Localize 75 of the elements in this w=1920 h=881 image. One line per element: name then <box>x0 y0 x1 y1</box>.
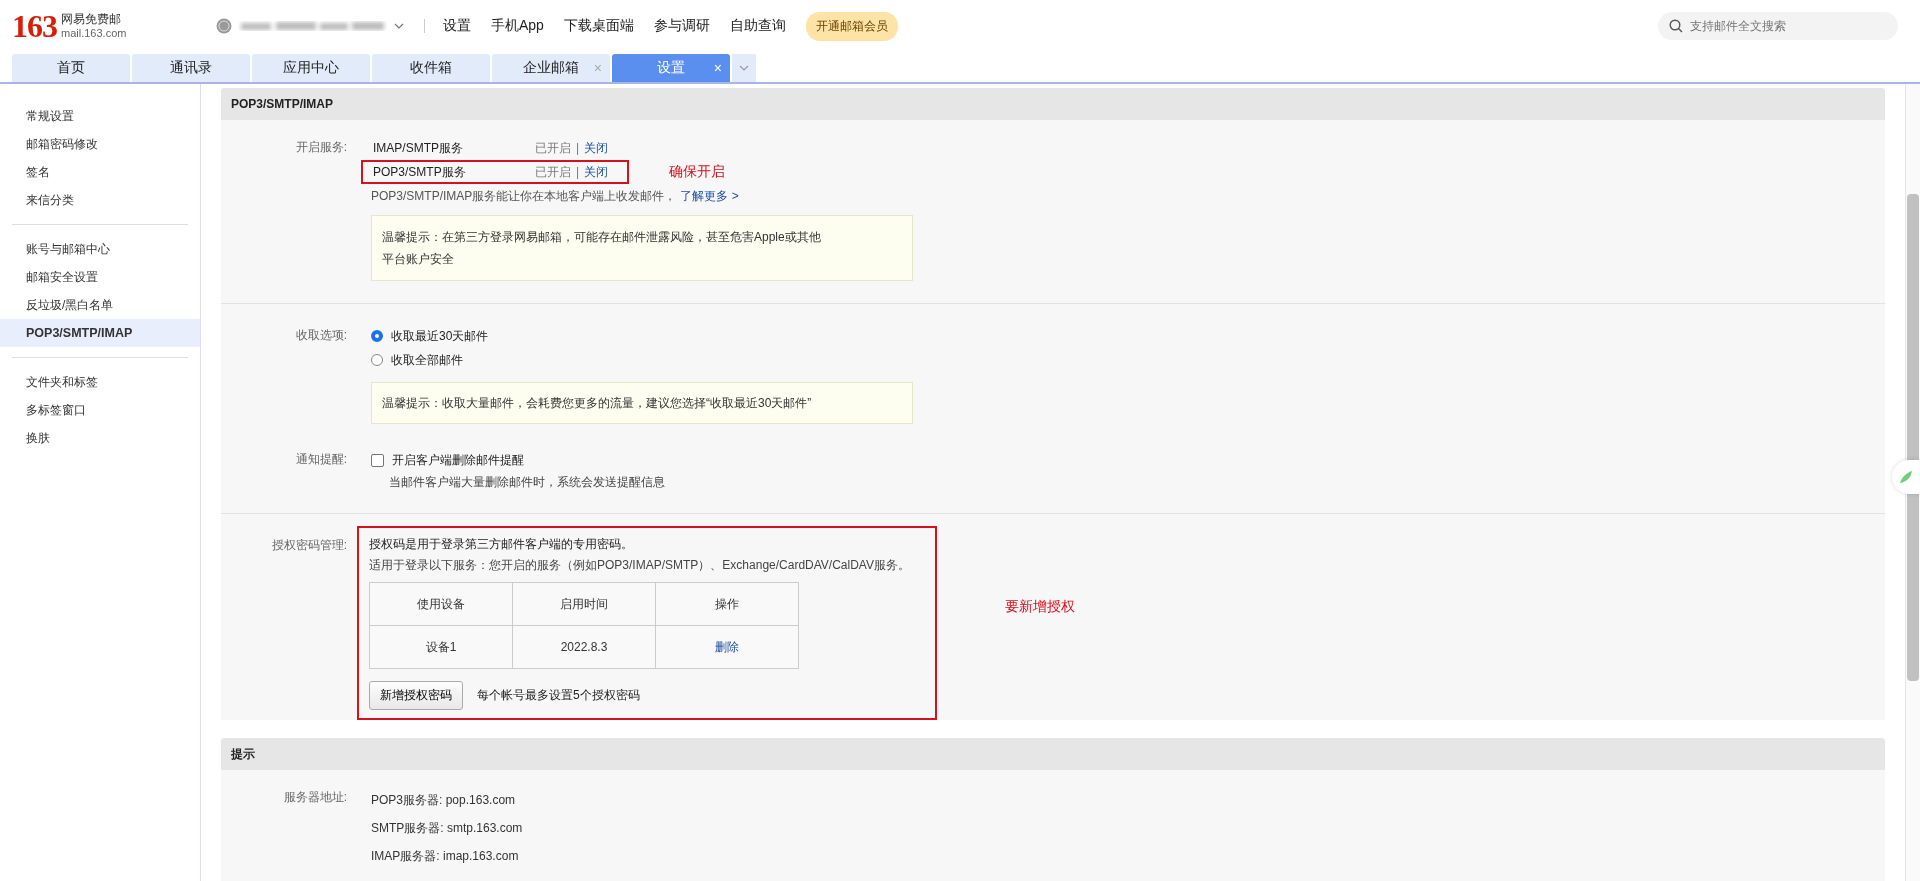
floating-button[interactable] <box>1892 460 1920 494</box>
tab[interactable]: 首页 <box>12 54 130 82</box>
sidebar-item[interactable]: 多标签窗口 <box>0 396 200 424</box>
sidebar-item[interactable]: 账号与邮箱中心 <box>0 235 200 263</box>
scrollbar-thumb[interactable] <box>1907 194 1919 681</box>
tip-text: 温馨提示：在第三方登录网易邮箱，可能存在邮件泄露风险，甚至危害Apple或其他 <box>382 229 822 246</box>
logo-number: 163 <box>12 7 57 45</box>
sidebar-item[interactable]: 换肤 <box>0 424 200 452</box>
nav-link[interactable]: 下载桌面端 <box>563 17 634 35</box>
chevron-down-icon <box>739 65 749 71</box>
delete-link[interactable]: 删除 <box>715 639 739 654</box>
option-label: 收取最近30天邮件 <box>391 327 489 345</box>
nav-link[interactable]: 设置 <box>443 17 471 35</box>
nav-link[interactable]: 参与调研 <box>653 17 710 35</box>
section-header: POP3/SMTP/IMAP <box>221 88 1885 120</box>
intro-text: 授权码是用于登录第三方邮件客户端的专用密码。 <box>369 536 634 553</box>
column-header: 使用设备 <box>369 582 513 626</box>
nav-link[interactable]: 自助查询 <box>729 17 786 35</box>
annotation-text: 要新增授权 <box>1005 598 1075 616</box>
add-password-button[interactable]: 新增授权密码 <box>369 681 463 710</box>
service-status: 已开启 <box>535 139 571 157</box>
chevron-down-icon[interactable] <box>394 23 404 29</box>
checkbox-label: 开启客户端删除邮件提醒 <box>392 451 524 469</box>
sidebar-item[interactable]: 邮箱密码修改 <box>0 130 200 158</box>
vip-button[interactable]: 开通邮箱会员 <box>805 11 898 41</box>
column-header: 操作 <box>655 582 799 626</box>
logo-domain: mail.163.com <box>61 26 127 40</box>
tip-text: 温馨提示：收取大量邮件，会耗费您更多的流量，建议您选择“收取最近30天邮件” <box>371 382 913 424</box>
sidebar-item[interactable]: 文件夹和标签 <box>0 368 200 396</box>
nav-link[interactable]: 手机App <box>491 17 544 35</box>
logo-name: 网易免费邮 <box>61 12 122 26</box>
checkbox[interactable] <box>371 453 384 467</box>
field-label: 服务器地址: <box>282 789 348 806</box>
field-label: 通知提醒: <box>294 451 348 468</box>
sidebar-item[interactable]: POP3/SMTP/IMAP <box>0 319 200 347</box>
field-label: 授权密码管理: <box>270 537 348 554</box>
column-header: 启用时间 <box>512 582 656 626</box>
radio-button[interactable] <box>371 330 383 342</box>
separator: | <box>576 165 580 179</box>
close-link[interactable]: 关闭 <box>584 163 609 181</box>
sidebar-item[interactable]: 邮箱安全设置 <box>0 263 200 291</box>
annotation-text: 确保开启 <box>669 163 725 181</box>
scope-text: 适用于登录以下服务：您开启的服务（例如POP3/IMAP/SMTP）、Exchange/CardDAV/CalDAV服务。 <box>369 557 911 574</box>
learn-more-link[interactable]: 了解更多 > <box>680 189 739 203</box>
tip-text: 平台账户安全 <box>382 251 455 268</box>
search-field[interactable]: 支持邮件全文搜索 <box>1658 12 1898 40</box>
radio-button[interactable] <box>371 354 383 366</box>
tab[interactable]: 应用中心 <box>252 54 370 82</box>
table-cell: 2022.8.3 <box>512 625 656 669</box>
server-address: IMAP服务器: imap.163.com <box>371 848 520 865</box>
hint-text: 当邮件客户端大量删除邮件时，系统会发送提醒信息 <box>389 474 665 491</box>
leaf-icon <box>1898 469 1914 485</box>
section-header: 提示 <box>221 738 1885 770</box>
tab[interactable]: 收件箱 <box>372 54 490 82</box>
sidebar-item[interactable]: 反垃圾/黑白名单 <box>0 291 200 319</box>
server-address: SMTP服务器: smtp.163.com <box>371 820 523 837</box>
tab[interactable]: 企业邮箱 × <box>492 54 610 82</box>
tab[interactable]: 通讯录 <box>132 54 250 82</box>
option-label: 收取全部邮件 <box>391 351 463 369</box>
field-label: 开启服务: <box>294 139 348 156</box>
separator: | <box>576 141 580 155</box>
sidebar-item[interactable]: 签名 <box>0 158 200 186</box>
limit-note: 每个帐号最多设置5个授权密码 <box>477 687 640 704</box>
table-cell: 设备1 <box>369 625 513 669</box>
service-name: IMAP/SMTP服务 <box>373 139 464 157</box>
field-label: 收取选项: <box>294 327 348 344</box>
sidebar-item[interactable]: 常规设置 <box>0 102 200 130</box>
close-link[interactable]: 关闭 <box>584 139 609 157</box>
service-name: POP3/SMTP服务 <box>373 163 467 181</box>
sidebar-item[interactable]: 来信分类 <box>0 186 200 214</box>
search-icon <box>1669 19 1683 33</box>
server-address: POP3服务器: pop.163.com <box>371 792 517 809</box>
description-text: POP3/SMTP/IMAP服务能让你在本地客户端上收发邮件， <box>371 189 677 203</box>
avatar-icon[interactable] <box>216 18 232 34</box>
service-status: 已开启 <box>535 163 571 181</box>
